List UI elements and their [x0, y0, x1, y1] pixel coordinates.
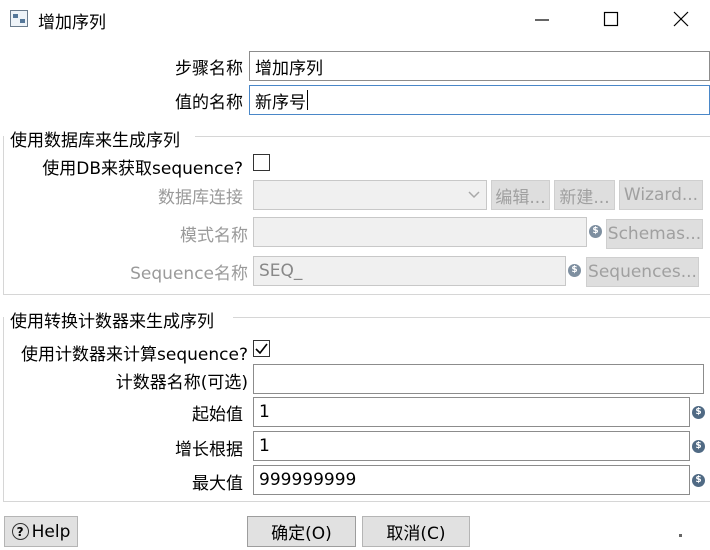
- use-db-label: 使用DB来获取sequence?: [42, 159, 243, 179]
- use-db-checkbox[interactable]: [253, 154, 270, 171]
- counter-name-field[interactable]: [253, 364, 704, 394]
- variable-icon: $: [589, 225, 602, 238]
- db-group-title: 使用数据库来生成序列: [10, 131, 180, 151]
- value-name-field[interactable]: 新序号: [249, 85, 710, 115]
- use-counter-checkbox[interactable]: [253, 340, 270, 357]
- help-button[interactable]: ? Help: [4, 516, 78, 547]
- counter-name-label: 计数器名称(可选): [115, 373, 248, 393]
- counter-group-border-top: [233, 317, 710, 318]
- use-counter-label: 使用计数器来计算sequence?: [21, 345, 248, 365]
- help-icon: ?: [11, 523, 29, 540]
- start-value-label: 起始值: [192, 405, 243, 425]
- variable-icon: $: [692, 440, 705, 453]
- value-name-text: 新序号: [255, 92, 306, 113]
- schema-label: 模式名称: [180, 226, 248, 246]
- value-name-label: 值的名称: [175, 93, 243, 113]
- maximize-icon: [603, 11, 619, 27]
- counter-group-border-bottom: [3, 501, 710, 502]
- app-icon: [10, 10, 28, 27]
- counter-group-border-left: [3, 317, 4, 501]
- variable-icon: $: [568, 264, 581, 277]
- increment-label: 增长根据: [175, 440, 243, 460]
- checkmark-icon: [255, 343, 268, 354]
- minimize-icon: [535, 19, 549, 21]
- minimize-button[interactable]: [525, 6, 559, 32]
- variable-icon: $: [692, 474, 705, 487]
- cancel-button[interactable]: 取消(C): [362, 516, 470, 547]
- sequence-name-field[interactable]: SEQ_: [253, 256, 566, 286]
- schemas-button[interactable]: Schemas...: [606, 219, 703, 249]
- help-label: Help: [31, 521, 71, 542]
- connection-select[interactable]: [253, 180, 487, 210]
- maximize-button[interactable]: [594, 6, 628, 32]
- increment-field[interactable]: 1: [253, 431, 690, 461]
- title-bar: 增加序列: [0, 0, 710, 38]
- max-value-field[interactable]: 999999999: [253, 465, 690, 495]
- variable-icon: $: [692, 406, 705, 419]
- connection-label: 数据库连接: [158, 188, 243, 208]
- close-icon: [673, 11, 689, 27]
- ok-button[interactable]: 确定(O): [247, 516, 356, 547]
- chevron-down-icon: [464, 183, 484, 207]
- resize-grip[interactable]: [679, 534, 682, 537]
- edit-connection-button[interactable]: 编辑...: [491, 180, 550, 210]
- sequence-name-label: Sequence名称: [130, 264, 248, 284]
- max-value-label: 最大值: [192, 474, 243, 494]
- wizard-button[interactable]: Wizard...: [619, 180, 703, 210]
- new-connection-button[interactable]: 新建...: [554, 180, 615, 210]
- db-group-border-left: [3, 136, 4, 294]
- counter-group-title: 使用转换计数器来生成序列: [10, 312, 214, 332]
- window-title: 增加序列: [38, 13, 106, 33]
- db-group-border-bottom: [3, 294, 710, 295]
- close-button[interactable]: [664, 6, 698, 32]
- step-name-label: 步骤名称: [175, 59, 243, 79]
- text-caret: [307, 90, 308, 110]
- schema-field[interactable]: [253, 217, 587, 247]
- start-value-field[interactable]: 1: [253, 397, 690, 427]
- db-group-border-top: [195, 136, 710, 137]
- sequences-button[interactable]: Sequences...: [586, 257, 699, 287]
- step-name-field[interactable]: 增加序列: [249, 51, 710, 81]
